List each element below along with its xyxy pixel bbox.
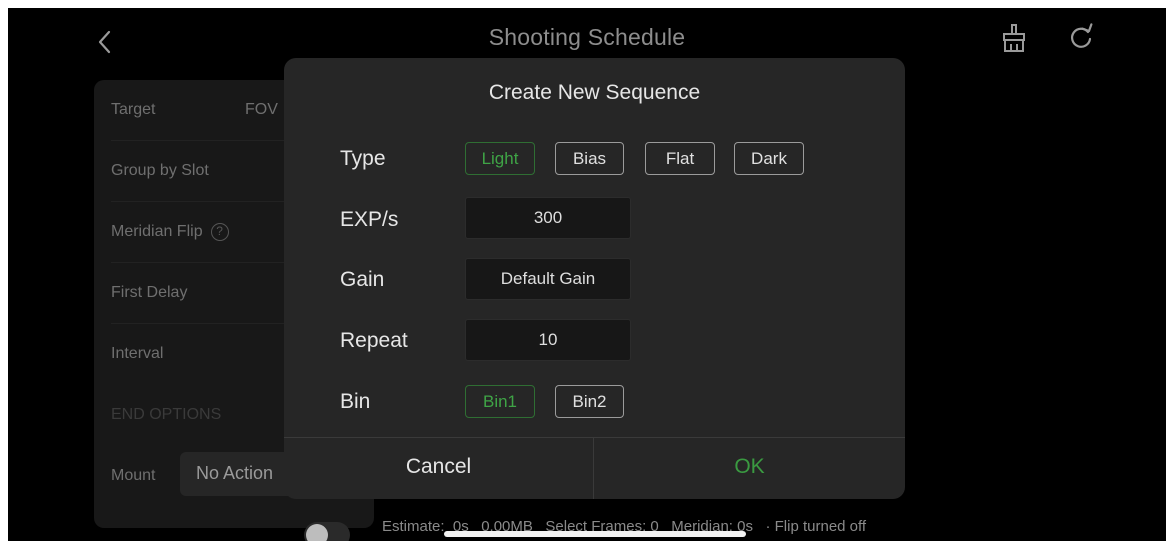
type-option-dark[interactable]: Dark — [734, 142, 804, 175]
meridian-flip-row[interactable]: Meridian Flip? — [111, 223, 229, 241]
refresh-icon — [1070, 23, 1093, 48]
refresh-button[interactable] — [1063, 20, 1099, 56]
exposure-label: EXP/s — [340, 208, 399, 231]
type-option-bias[interactable]: Bias — [555, 142, 624, 175]
bin-label: Bin — [340, 390, 371, 413]
app-screen: Shooting Schedule Target FOV Group by Sl… — [8, 8, 1166, 541]
repeat-input[interactable]: 10 — [465, 319, 631, 361]
interval-label[interactable]: Interval — [111, 345, 163, 363]
bin-option-bin2[interactable]: Bin2 — [555, 385, 624, 418]
page-title: Shooting Schedule — [488, 24, 686, 50]
dialog-footer: Cancel OK — [284, 437, 905, 499]
mount-label: Mount — [111, 467, 156, 484]
broom-icon — [1003, 24, 1025, 52]
first-delay-label[interactable]: First Delay — [111, 284, 187, 302]
type-option-flat[interactable]: Flat — [645, 142, 715, 175]
gain-select[interactable]: Default Gain — [465, 258, 631, 300]
bin-option-bin1[interactable]: Bin1 — [465, 385, 535, 418]
gain-label: Gain — [340, 268, 385, 291]
dialog-title: Create New Sequence — [488, 81, 701, 104]
end-options-heading: END OPTIONS — [111, 406, 222, 423]
clear-button[interactable] — [996, 20, 1032, 56]
home-indicator — [444, 531, 746, 537]
group-by-slot-label[interactable]: Group by Slot — [111, 162, 209, 180]
meridian-flip-label: Meridian Flip — [111, 223, 203, 240]
help-icon[interactable]: ? — [210, 223, 229, 241]
type-option-light[interactable]: Light — [465, 142, 535, 175]
create-sequence-dialog: Create New Sequence Type Light Bias Flat… — [284, 58, 905, 499]
exposure-input[interactable]: 300 — [465, 197, 631, 239]
cancel-button[interactable]: Cancel — [284, 438, 594, 499]
type-label: Type — [340, 147, 386, 170]
ok-button[interactable]: OK — [594, 438, 905, 499]
target-label: Target — [111, 101, 156, 118]
repeat-label: Repeat — [340, 329, 408, 352]
fov-label: FOV — [245, 101, 278, 118]
toggle-switch[interactable] — [304, 522, 350, 541]
